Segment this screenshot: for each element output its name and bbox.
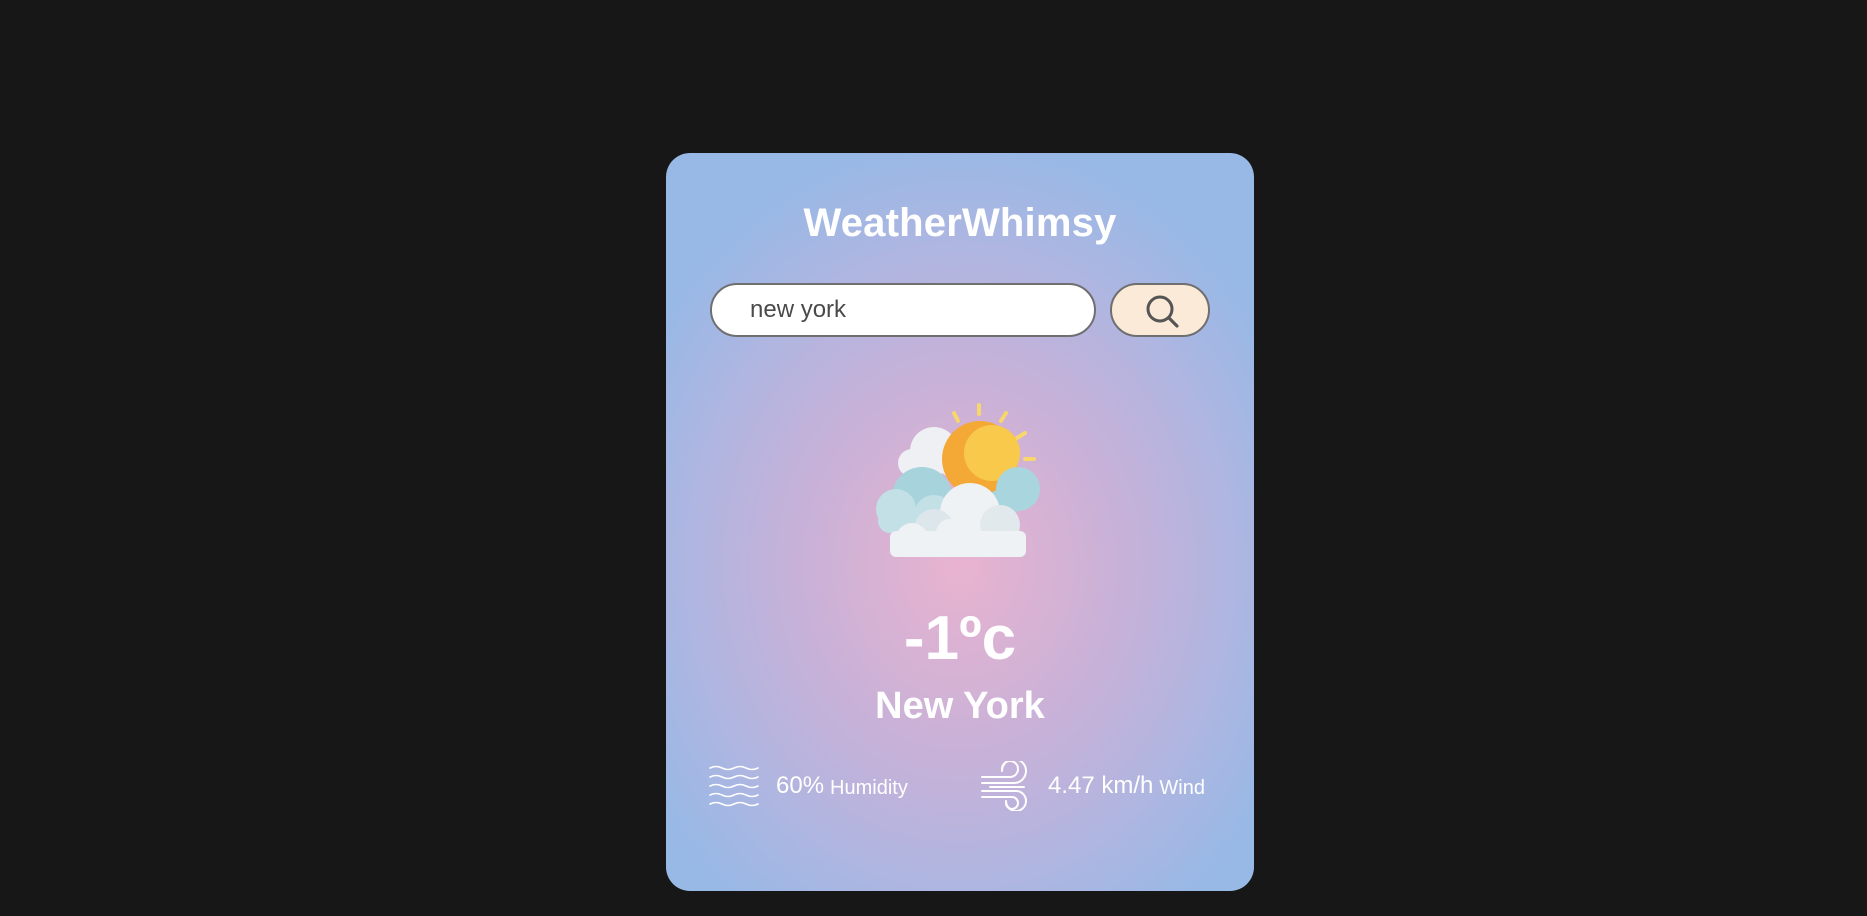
wind-label: Wind bbox=[1159, 776, 1205, 799]
app-title: WeatherWhimsy bbox=[803, 201, 1117, 245]
humidity-value: 60% bbox=[776, 772, 825, 799]
wind-detail: 4.47 km/h Wind bbox=[980, 761, 1205, 811]
partly-cloudy-sun-icon bbox=[876, 403, 1040, 557]
humidity-detail: 60% Humidity bbox=[708, 761, 908, 811]
city-name: New York bbox=[875, 685, 1045, 727]
humidity-label: Humidity bbox=[830, 776, 908, 799]
temperature: -1ºc bbox=[903, 604, 1017, 673]
wind-value: 4.47 km/h bbox=[1048, 772, 1154, 799]
humidity-waves-icon bbox=[709, 765, 759, 807]
search-input[interactable] bbox=[710, 283, 1096, 337]
weather-card: WeatherWhimsy new york -1ºc New York 60%… bbox=[666, 153, 1254, 891]
search-icon bbox=[1146, 295, 1179, 328]
search-button[interactable] bbox=[1110, 283, 1210, 337]
wind-icon bbox=[981, 761, 1027, 811]
